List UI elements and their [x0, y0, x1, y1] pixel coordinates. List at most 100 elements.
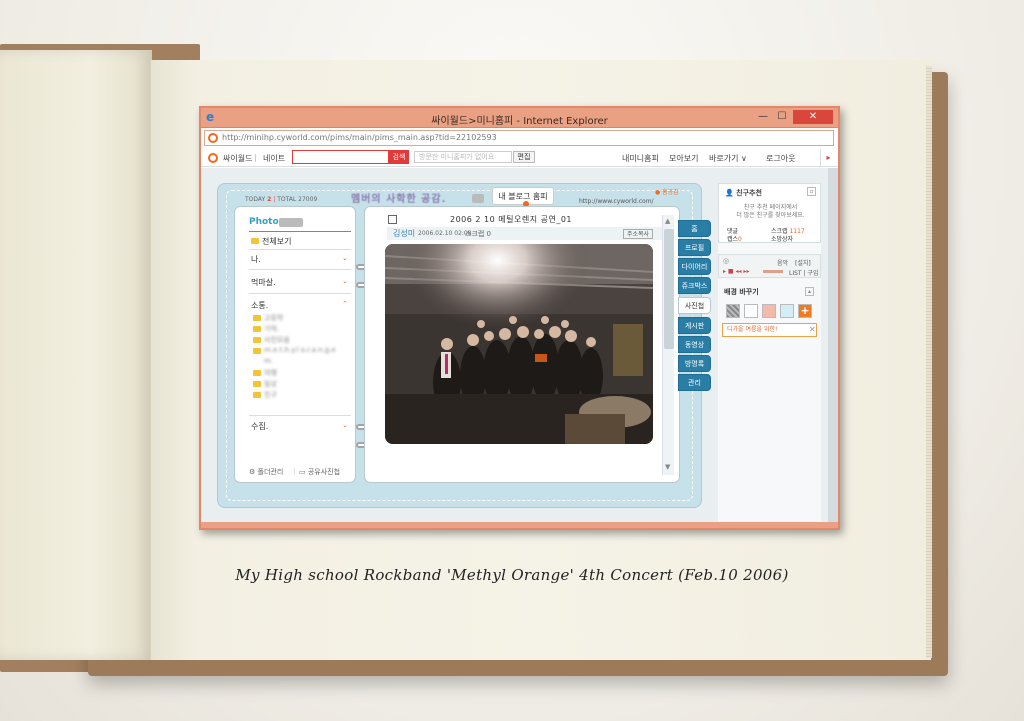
nav-divider: | — [254, 153, 257, 162]
post-date: 2006.02.10 02:08 — [418, 230, 472, 237]
page-content: TODAY 2 | TOTAL 27009 멤버의 사학한 공감. 내 블로그 … — [201, 168, 838, 528]
tab-guestbook[interactable]: 방명록 — [678, 355, 711, 372]
post-author[interactable]: 김성미 — [393, 228, 415, 239]
visitor-counter: TODAY 2 | TOTAL 27009 — [245, 196, 318, 203]
maximize-button[interactable]: ☐ — [773, 110, 791, 124]
player-list-link[interactable]: LIST | 구입 — [789, 268, 818, 277]
nav-nate-link[interactable]: 네이트 — [263, 153, 285, 164]
friend-recommend-title: 👤 친구추천 — [725, 189, 762, 197]
folder-icon — [253, 315, 261, 321]
photo-post-panel: 2006 2 10 메틸오렌지 공연_01 김성미 2006.02.10 02:… — [364, 206, 680, 483]
title-tag-button[interactable] — [472, 194, 484, 203]
tab-jukebox[interactable]: 쥬크박스 — [678, 277, 711, 294]
friend-desc: 더 많은 친구를 찾아보세요. — [736, 212, 805, 219]
address-bar[interactable]: http://minihp.cyworld.com/pims/main/pims… — [204, 130, 834, 146]
tab-profile[interactable]: 프로필 — [678, 239, 711, 256]
nav-collection[interactable]: 모아보기 — [669, 153, 698, 164]
panel-title: Photo — [249, 217, 279, 227]
bg-swatch-pattern[interactable] — [726, 304, 740, 318]
right-sidebar: 👤 친구추천 ▫ 친구 추천 페이지에서 더 많은 친구를 찾아보세요. 댓글 … — [718, 183, 821, 523]
nav-logout[interactable]: 로그아웃 — [766, 153, 795, 164]
tab-board[interactable]: 게시판 — [678, 317, 711, 334]
tab-photo-album[interactable]: 사진첩 — [678, 297, 711, 314]
nav-scroll-arrow-icon[interactable]: ▸ — [820, 149, 836, 167]
window-bottom-border — [201, 522, 838, 528]
folder-item[interactable]: m.e.t.h.y.l o.r.a.n.g.e — [264, 346, 336, 354]
nav-shortcut[interactable]: 바로가기 ∨ — [709, 153, 747, 164]
photo-caption: My High school Rockband 'Methyl Orange' … — [235, 566, 789, 584]
search-input[interactable] — [292, 150, 389, 164]
today-label: TODAY — [245, 196, 266, 203]
close-icon[interactable]: ✕ — [809, 324, 816, 336]
tab-manage[interactable]: 관리 — [678, 374, 711, 391]
title-bar[interactable]: e 싸이월드>미니홈피 - Internet Explorer — ☐ ✕ — [201, 108, 838, 128]
folder-item[interactable]: m. — [264, 357, 273, 365]
folder-manage-link[interactable]: ⚙ 폴더관리 — [249, 467, 283, 477]
folder-icon — [253, 348, 261, 354]
view-all-link[interactable]: 전체보기 — [262, 236, 291, 247]
bg-tip: 디가을 여름을 위한! ✕ — [722, 323, 817, 337]
total-value: 27009 — [298, 196, 318, 203]
section-food[interactable]: 먹마살. — [251, 277, 276, 288]
section-communication[interactable]: 소통. — [251, 300, 268, 311]
close-button[interactable]: ✕ — [793, 110, 833, 124]
player-setting-link[interactable]: [설치] — [795, 258, 811, 267]
bg-swatch-pink[interactable] — [762, 304, 776, 318]
nav-my-minihompy[interactable]: 내미니홈피 — [622, 153, 659, 164]
post-checkbox[interactable] — [388, 215, 397, 224]
scroll-down-icon[interactable]: ▼ — [665, 463, 670, 471]
copy-address-button[interactable]: 주소복사 — [623, 229, 653, 239]
folder-item[interactable]: 기억. — [264, 324, 279, 334]
visited-minihompy-select[interactable]: 방문한 미니홈피가 없어요 — [414, 151, 512, 163]
search-button[interactable]: 검색 — [389, 150, 409, 164]
chevron-up-icon[interactable]: ⌃ — [342, 300, 348, 308]
tab-video[interactable]: 동영상 — [678, 336, 711, 353]
post-title: 2006 2 10 메틸오렌지 공연_01 — [450, 215, 572, 224]
folder-item[interactable]: 친구 — [264, 390, 277, 400]
post-scrollbar[interactable]: ▲ ▼ — [662, 215, 674, 475]
tab-home[interactable]: 홈 — [678, 220, 711, 237]
folder-icon — [253, 392, 261, 398]
bg-swatch-white[interactable] — [744, 304, 758, 318]
bg-add-button[interactable]: + — [798, 304, 812, 318]
edit-button[interactable]: 편집 — [513, 151, 535, 163]
chevron-down-icon[interactable]: ⌄ — [342, 254, 348, 262]
player-label: 음악 — [777, 260, 789, 267]
post-scrap-count: 스크랩 0 — [465, 230, 491, 238]
wish-box-link[interactable]: 소망상자 — [771, 234, 793, 243]
player-controls-icon[interactable]: ▸ ■ ◂◂ ▸▸ — [723, 268, 749, 275]
volume-slider[interactable] — [763, 270, 783, 273]
player-disc-icon: ◎ — [723, 257, 730, 265]
concert-photo[interactable] — [385, 244, 653, 444]
folder-item[interactable]: 사진모음 — [264, 335, 290, 345]
minihompy-url[interactable]: http://www.cyworld.com/ — [579, 198, 654, 205]
folder-icon — [253, 381, 261, 387]
collapse-icon[interactable]: ▴ — [805, 287, 814, 296]
scroll-up-icon[interactable]: ▲ — [665, 217, 670, 225]
address-text[interactable]: http://minihp.cyworld.com/pims/main/pims… — [222, 133, 497, 142]
browser-window: e 싸이월드>미니홈피 - Internet Explorer — ☐ ✕ ht… — [199, 106, 840, 530]
minimize-button[interactable]: — — [754, 110, 772, 124]
today-value: 2 — [267, 196, 272, 203]
scroll-thumb[interactable] — [664, 229, 674, 349]
folder-item[interactable]: 일상 — [264, 379, 277, 389]
total-label: TOTAL — [277, 196, 297, 203]
folder-panel: Photo 전체보기 나. ⌄ 먹마살. ⌄ 소통. ⌃ 고등학 기억. 사진모… — [234, 206, 356, 483]
folder-item[interactable]: 고등학 — [264, 313, 283, 323]
nav-cyworld-link[interactable]: 싸이월드 — [223, 153, 252, 164]
shared-album-link[interactable]: ▭ 공유사진첩 — [299, 467, 340, 477]
folder-icon — [253, 337, 261, 343]
chevron-down-icon[interactable]: ⌄ — [342, 421, 348, 429]
chevron-down-icon[interactable]: ⌄ — [342, 277, 348, 285]
home-link[interactable]: ● 홈공감 — [655, 187, 679, 196]
cyworld-navbar: 싸이월드 | 네이트 검색 방문한 미니홈피가 없어요 편집 내미니홈피 모아보… — [201, 149, 838, 167]
folder-item[interactable]: 여행 — [264, 368, 277, 378]
folder-icon — [253, 370, 261, 376]
tab-diary[interactable]: 다이어리 — [678, 258, 711, 275]
collapse-icon[interactable]: ▫ — [807, 187, 816, 196]
music-player: ◎ 음악 [설치] ▸ ■ ◂◂ ▸▸ LIST | 구입 — [718, 254, 821, 278]
section-na[interactable]: 나. — [251, 254, 261, 265]
photo-count-badge — [279, 218, 303, 227]
bg-swatch-lightblue[interactable] — [780, 304, 794, 318]
section-collection[interactable]: 수집. — [251, 421, 268, 432]
